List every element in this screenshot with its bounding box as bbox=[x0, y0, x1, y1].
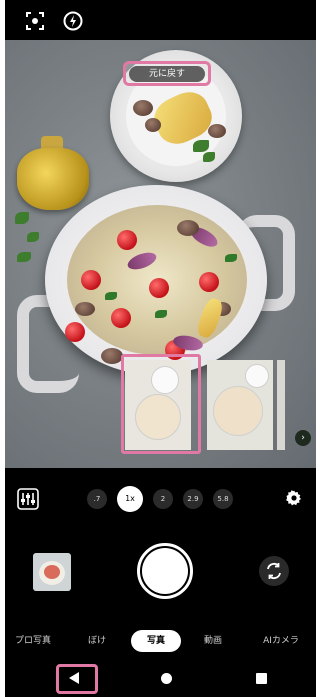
camera-controls: .7 1x 2 2.9 5.8 プロ写真 ぼけ 写真 動画 AIカメラ bbox=[5, 468, 316, 697]
mode-video[interactable]: 動画 bbox=[195, 630, 231, 652]
top-bar bbox=[5, 0, 316, 40]
zoom-2-9[interactable]: 2.9 bbox=[183, 489, 203, 509]
next-arrow-icon[interactable]: › bbox=[295, 430, 311, 446]
mode-selector: プロ写真 ぼけ 写真 動画 AIカメラ bbox=[5, 630, 316, 652]
camera-viewfinder[interactable]: 元に戻す › bbox=[5, 40, 316, 468]
oil-jar-image bbox=[17, 148, 89, 210]
zoom-selector: .7 1x 2 2.9 5.8 bbox=[87, 486, 257, 512]
gallery-thumbnail[interactable] bbox=[33, 553, 71, 591]
recent-apps-icon[interactable] bbox=[256, 673, 267, 684]
zoom-1x[interactable]: 1x bbox=[117, 486, 143, 512]
zoom-0-7[interactable]: .7 bbox=[87, 489, 107, 509]
zoom-5-8[interactable]: 5.8 bbox=[213, 489, 233, 509]
rotate-camera-icon bbox=[267, 563, 281, 579]
mode-pro-photo[interactable]: プロ写真 bbox=[5, 630, 61, 652]
adjust-settings-icon[interactable] bbox=[17, 488, 39, 510]
recent-photo-thumbnail-2[interactable] bbox=[207, 360, 273, 450]
mode-photo[interactable]: 写真 bbox=[131, 630, 181, 652]
home-icon[interactable] bbox=[161, 673, 172, 684]
mode-bokeh[interactable]: ぼけ bbox=[79, 630, 115, 652]
recent-photo-thumbnail-3[interactable] bbox=[277, 360, 285, 450]
mode-ai-camera[interactable]: AIカメラ bbox=[249, 630, 313, 652]
switch-camera-button[interactable] bbox=[259, 556, 289, 586]
camera-app-screen: 元に戻す › .7 1x 2 2.9 5.8 プロ写真 ぼけ 写真 動画 AIカ… bbox=[5, 0, 316, 697]
undo-chip[interactable]: 元に戻す bbox=[123, 61, 211, 86]
focus-frame-icon[interactable] bbox=[24, 10, 46, 32]
system-nav-bar bbox=[5, 664, 316, 697]
flash-icon[interactable] bbox=[62, 10, 84, 32]
selected-thumbnail-highlight bbox=[121, 354, 201, 454]
gear-icon[interactable] bbox=[285, 489, 303, 507]
undo-chip-label: 元に戻す bbox=[129, 66, 205, 82]
zoom-2[interactable]: 2 bbox=[153, 489, 173, 509]
back-icon[interactable] bbox=[69, 672, 79, 684]
shutter-button[interactable] bbox=[142, 548, 188, 594]
